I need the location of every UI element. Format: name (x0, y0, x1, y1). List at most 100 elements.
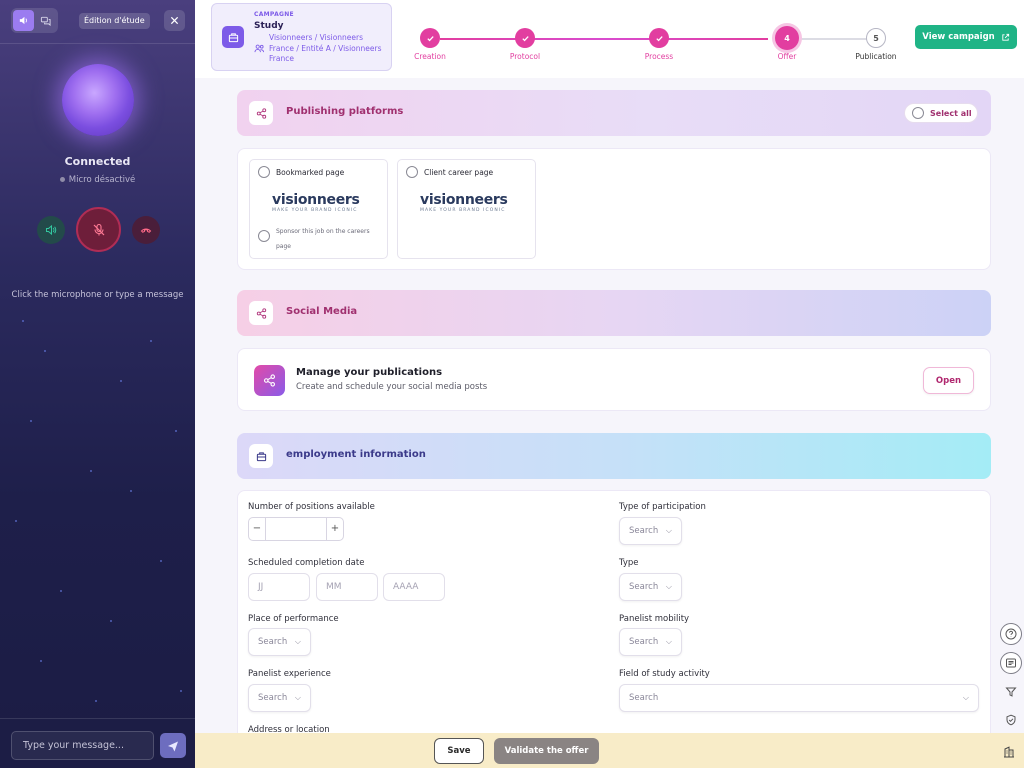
mute-microphone-button[interactable] (76, 207, 121, 252)
check-icon (655, 35, 663, 41)
step-circle-offer[interactable]: 4 (775, 26, 799, 50)
view-campaign-button[interactable]: View campaign (915, 25, 1017, 49)
visionneers-logo: visionneers (420, 192, 508, 208)
star-decoration (95, 700, 97, 702)
voice-mode-tab[interactable] (13, 10, 34, 31)
step-circle-protocol[interactable] (515, 28, 535, 48)
help-icon (1005, 628, 1017, 640)
date-month-input[interactable]: MM (316, 573, 378, 601)
field-of-study-label: Field of study activity (619, 669, 710, 679)
social-share-icon-box (254, 365, 285, 396)
place-select[interactable]: Search ⌵ (248, 628, 311, 656)
star-decoration (44, 350, 46, 352)
mode-toggle[interactable] (11, 8, 58, 33)
open-publications-button[interactable]: Open (923, 367, 974, 394)
notes-button[interactable] (1000, 652, 1022, 674)
select-placeholder: Search (629, 526, 659, 536)
connection-status: Connected (64, 155, 131, 168)
mobility-label: Panelist mobility (619, 614, 690, 624)
check-icon (426, 35, 434, 41)
step-label-offer: Offer (777, 52, 797, 61)
completion-date-label: Scheduled completion date (248, 558, 365, 568)
sponsor-checkbox[interactable] (258, 230, 270, 242)
stepper-plus-button[interactable]: + (326, 518, 343, 540)
positions-stepper[interactable]: − + (248, 517, 344, 541)
stepper-minus-button[interactable]: − (249, 518, 266, 540)
star-decoration (175, 430, 177, 432)
chat-icon (41, 16, 51, 26)
building-icon[interactable] (1003, 743, 1015, 762)
save-button[interactable]: Save (434, 738, 484, 764)
send-icon (168, 741, 178, 751)
star-decoration (150, 340, 152, 342)
select-placeholder: Search (629, 693, 659, 703)
voice-orb (62, 64, 134, 136)
step-circle-publication[interactable]: 5 (866, 28, 886, 48)
type-select[interactable]: Search ⌵ (619, 573, 682, 601)
platform-label: Client career page (424, 168, 494, 177)
date-day-input[interactable]: JJ (248, 573, 310, 601)
send-button[interactable] (160, 733, 186, 758)
speaker-button[interactable] (37, 216, 65, 244)
client-career-page-checkbox[interactable] (406, 166, 418, 178)
star-decoration (90, 470, 92, 472)
campaign-title: Study (254, 21, 284, 31)
publishing-section-header: Publishing platforms Select all (237, 90, 991, 136)
main-area: CAMPAGNE Study Visionneers / Visionneers… (195, 0, 1024, 768)
chevron-down-icon: ⌵ (665, 526, 672, 535)
step-circle-creation[interactable] (420, 28, 440, 48)
close-sidebar-button[interactable] (164, 10, 185, 31)
select-placeholder: Search (629, 582, 659, 592)
participation-select[interactable]: Search ⌵ (619, 517, 682, 545)
star-decoration (15, 520, 17, 522)
campaign-header: CAMPAGNE Study Visionneers / Visionneers… (195, 0, 1024, 78)
check-icon (521, 35, 529, 41)
address-label: Address or location (248, 725, 330, 733)
campaign-card[interactable]: CAMPAGNE Study Visionneers / Visionneers… (211, 3, 392, 71)
external-link-icon (1002, 33, 1009, 41)
star-decoration (110, 620, 112, 622)
microphone-off-icon (93, 223, 104, 235)
step-circle-process[interactable] (649, 28, 669, 48)
message-input[interactable]: Type your message... (11, 731, 154, 760)
positions-label: Number of positions available (248, 502, 375, 512)
star-decoration (22, 320, 24, 322)
platform-client-career-page[interactable]: Client career page visionneers MAKE YOUR… (397, 159, 536, 259)
speaker-icon (46, 224, 57, 236)
select-placeholder: Search (629, 637, 659, 647)
validate-offer-button[interactable]: Validate the offer (494, 738, 599, 764)
star-decoration (60, 590, 62, 592)
select-all-label: Select all (930, 109, 972, 118)
place-label: Place of performance (248, 614, 339, 624)
mic-status-text: Micro désactivé (68, 175, 136, 185)
select-all-checkbox[interactable] (912, 107, 924, 119)
campaign-path: Visionneers / Visionneers France / Entit… (254, 33, 390, 65)
help-button[interactable] (1000, 623, 1022, 645)
users-icon (254, 44, 264, 53)
share-icon (256, 307, 266, 319)
mobility-select[interactable]: Search ⌵ (619, 628, 682, 656)
step-label-publication: Publication (855, 52, 897, 61)
platforms-card: Bookmarked page visionneers MAKE YOUR BR… (237, 148, 991, 270)
logo-tagline: MAKE YOUR BRAND ICONIC (420, 208, 506, 213)
select-placeholder: Search (258, 637, 288, 647)
star-decoration (130, 490, 132, 492)
employment-section-header: employment information (237, 433, 991, 479)
experience-select[interactable]: Search ⌵ (248, 684, 311, 712)
date-year-input[interactable]: AAAA (383, 573, 445, 601)
select-placeholder: Search (258, 693, 288, 703)
hang-up-button[interactable] (132, 216, 160, 244)
shield-button[interactable] (1000, 709, 1022, 731)
chevron-down-icon: ⌵ (665, 582, 672, 591)
filter-button[interactable] (1000, 681, 1022, 703)
participation-label: Type of participation (619, 502, 706, 512)
social-card: Manage your publications Create and sche… (237, 348, 991, 411)
platform-bookmarked-page[interactable]: Bookmarked page visionneers MAKE YOUR BR… (249, 159, 388, 259)
field-of-study-select[interactable]: Search ⌵ (619, 684, 979, 712)
briefcase-icon-box (249, 444, 273, 468)
list-icon (1006, 658, 1016, 668)
chat-mode-tab[interactable] (36, 10, 57, 31)
chevron-down-icon: ⌵ (665, 637, 672, 646)
bookmarked-page-checkbox[interactable] (258, 166, 270, 178)
select-all-toggle[interactable]: Select all (904, 103, 978, 123)
